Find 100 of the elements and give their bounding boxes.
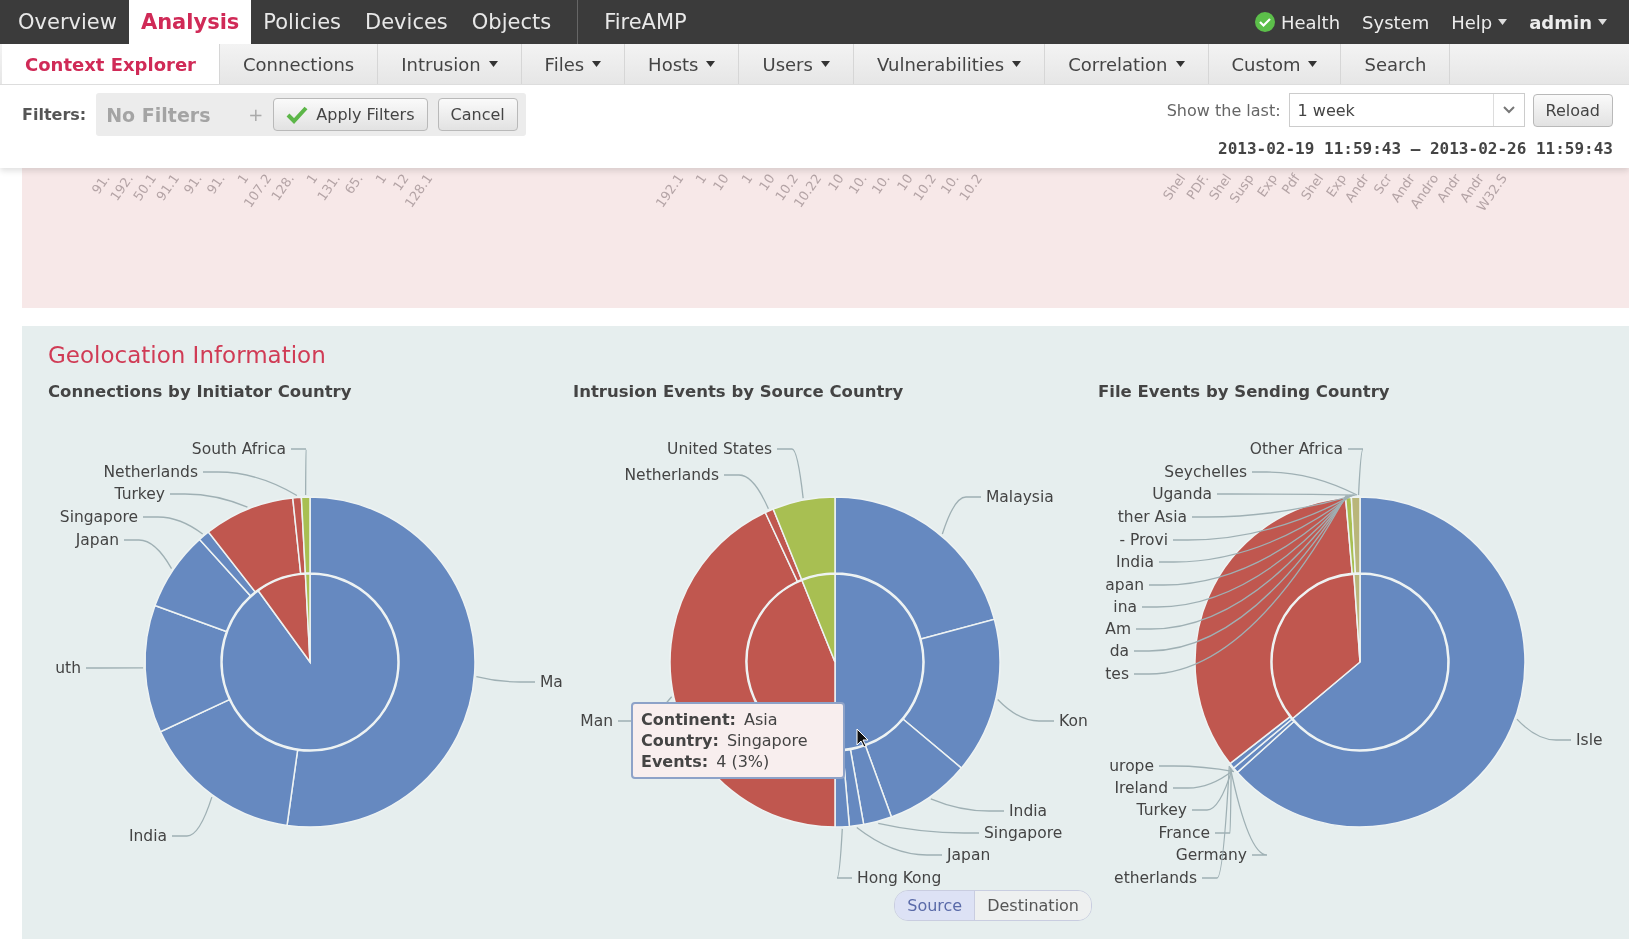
country-label: France <box>1158 824 1210 842</box>
country-label: tes <box>1105 665 1129 683</box>
time-range-select[interactable]: 1 week <box>1288 93 1525 127</box>
leader-line <box>836 828 853 879</box>
leader-line <box>723 474 770 510</box>
sub-nav-tab[interactable]: Custom <box>1208 44 1342 84</box>
leader-line <box>123 539 173 570</box>
axis-label: 10 <box>825 171 848 194</box>
country-label: Japan <box>947 846 991 864</box>
cancel-button[interactable]: Cancel <box>437 98 518 131</box>
axis-label: 91. <box>181 171 206 197</box>
country-label: Man <box>580 712 613 730</box>
country-label: Other Africa <box>1249 440 1343 458</box>
country-label: Hong Kong <box>857 869 942 887</box>
country-label: - Provi <box>1119 531 1168 549</box>
country-label: urope <box>1109 757 1154 775</box>
tooltip-label: Continent: <box>641 710 736 729</box>
cursor-icon <box>856 728 870 748</box>
sub-nav-tab[interactable]: Correlation <box>1045 44 1209 84</box>
filters-label: Filters: <box>22 105 87 124</box>
tooltip-value: 4 (3%) <box>716 752 770 771</box>
country-label: Ireland <box>1114 779 1168 797</box>
tooltip-value: Singapore <box>726 731 808 750</box>
country-label: ina <box>1113 598 1137 616</box>
country-label: Singapore <box>984 824 1063 842</box>
user-menu[interactable]: admin <box>1529 11 1607 33</box>
country-label: Ma <box>540 673 563 691</box>
nav-tab[interactable]: Analysis <box>128 0 252 44</box>
chart-title: Connections by Initiator Country <box>48 382 353 403</box>
axis-label: 10. <box>846 171 871 197</box>
apply-filters-button[interactable]: Apply Filters <box>273 98 428 131</box>
country-label: Malaysia <box>986 488 1054 506</box>
tooltip-label: Country: <box>641 731 719 750</box>
country-label: Uganda <box>1152 485 1212 503</box>
section-title: Geolocation Information <box>48 342 327 368</box>
chart-title: Intrusion Events by Source Country <box>573 382 905 403</box>
axis-label: 10 <box>710 171 733 194</box>
country-label: Kon <box>1059 712 1088 730</box>
toggle-button[interactable]: Destination <box>975 891 1091 920</box>
nav-link[interactable]: Help <box>1451 11 1508 33</box>
caret-icon <box>1498 19 1508 25</box>
country-label: Netherlands <box>624 466 719 484</box>
date-range: 2013-02-19 11:59:43 – 2013-02-26 11:59:43 <box>1218 139 1613 158</box>
sub-nav-tab[interactable]: Hosts <box>625 44 740 84</box>
country-label: Isle <box>1576 731 1603 749</box>
country-label: India <box>1115 553 1154 571</box>
country-label: da <box>1109 642 1129 660</box>
nav-tab[interactable]: Objects <box>459 0 564 44</box>
leader-line <box>997 698 1055 722</box>
axis-label: 91. <box>204 171 229 197</box>
nav-tab[interactable]: Policies <box>251 0 354 44</box>
leader-line <box>1516 718 1572 741</box>
sub-nav-tab[interactable]: Intrusion <box>378 44 522 84</box>
axis-label: 1 <box>303 171 321 187</box>
leader-line <box>941 496 982 535</box>
country-label: Turkey <box>114 485 165 503</box>
country-label: United States <box>667 440 772 458</box>
sub-nav-tab[interactable]: Vulnerabilities <box>853 44 1046 84</box>
axis-label: 1 <box>692 171 710 187</box>
sub-nav-tab[interactable]: Context Explorer <box>2 44 220 84</box>
reload-button[interactable]: Reload <box>1532 93 1613 127</box>
nav-tab[interactable]: Overview <box>6 0 129 44</box>
country-label: Germany <box>1175 846 1247 864</box>
country-label: ther Asia <box>1117 508 1187 526</box>
tooltip-label: Events: <box>641 752 709 771</box>
axis-label: 10 <box>756 171 779 194</box>
country-label: Japan <box>75 531 119 549</box>
leader-line <box>475 675 536 683</box>
axis-label: 1 <box>372 171 390 187</box>
leader-line <box>85 667 144 669</box>
nav-link[interactable]: Health <box>1254 11 1341 33</box>
leader-line <box>171 796 213 837</box>
filter-field[interactable]: No Filters + Apply Filters Cancel <box>96 93 526 136</box>
axis-label: 10 <box>894 171 917 194</box>
sub-nav-tab[interactable]: Connections <box>220 44 379 84</box>
tooltip-value: Asia <box>743 710 778 729</box>
country-label: Turkey <box>1136 801 1187 819</box>
chart-title: File Events by Sending Country <box>1098 382 1391 403</box>
chevron-down-icon <box>1502 106 1515 114</box>
health-check-icon <box>1254 12 1275 32</box>
caret-icon <box>1598 19 1607 25</box>
country-label: apan <box>1105 576 1144 594</box>
toggle-button[interactable]: Source <box>895 891 976 920</box>
check-icon <box>286 105 309 124</box>
nav-link[interactable]: System <box>1362 11 1430 33</box>
axis-label: 10. <box>869 171 894 197</box>
sub-nav-tab[interactable]: Search <box>1341 44 1451 84</box>
nav-tab[interactable]: Devices <box>353 0 460 44</box>
country-label: Am <box>1105 620 1131 638</box>
country-label: Netherlands <box>103 463 198 481</box>
country-label: India <box>128 827 167 845</box>
time-range-label: Show the last: <box>1166 100 1281 120</box>
country-label: Singapore <box>59 508 138 526</box>
axis-label: 1 <box>738 171 756 187</box>
sub-nav-tab[interactable]: Users <box>739 44 854 84</box>
leader-line <box>776 448 804 499</box>
country-label: uth <box>55 659 81 677</box>
sub-nav-tab[interactable]: Files <box>521 44 626 84</box>
country-label: South Africa <box>191 440 286 458</box>
country-label: etherlands <box>1114 869 1197 887</box>
